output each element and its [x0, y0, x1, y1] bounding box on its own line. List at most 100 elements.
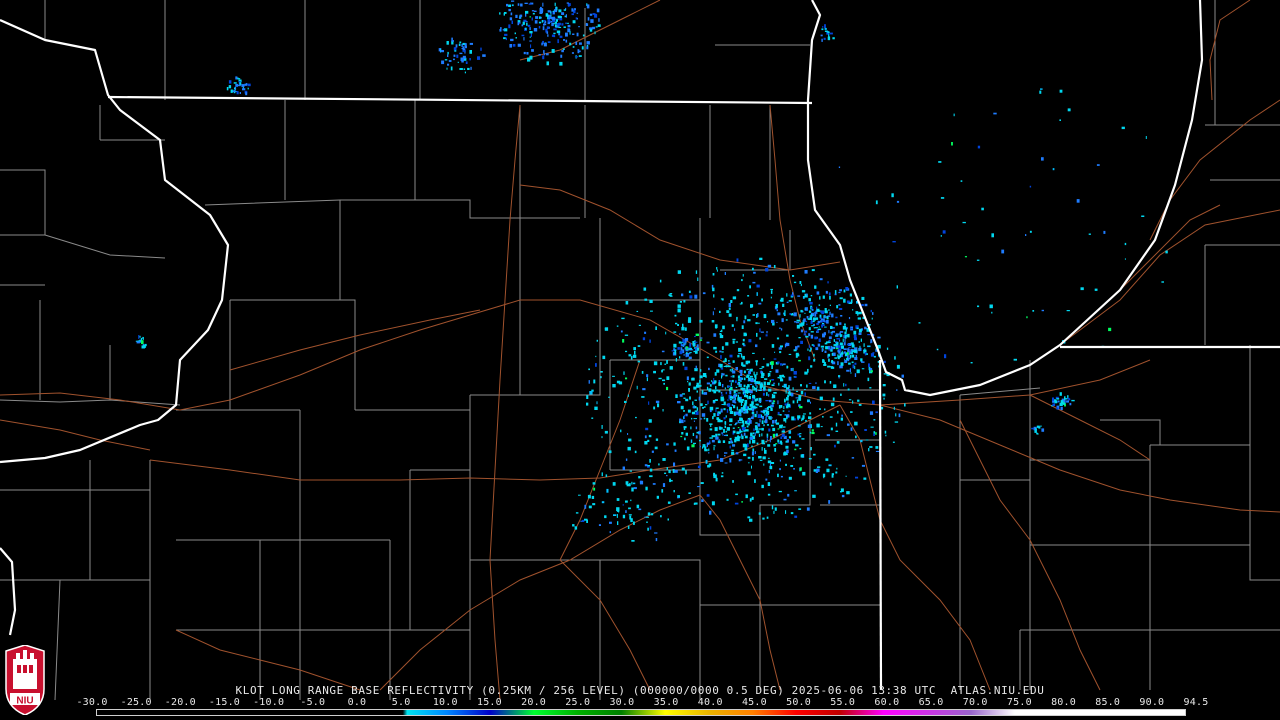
radar-echo — [761, 420, 764, 424]
radar-echo — [799, 435, 802, 438]
radar-echo — [719, 420, 723, 423]
radar-echo — [765, 416, 767, 421]
radar-echo — [781, 433, 785, 437]
radar-echo — [677, 304, 681, 308]
radar-echo — [697, 277, 699, 281]
radar-echo — [680, 405, 684, 410]
radar-echo — [649, 475, 653, 478]
radar-echo — [746, 388, 748, 392]
radar-echo — [854, 365, 856, 370]
radar-echo — [839, 322, 842, 325]
radar-echo — [848, 347, 851, 348]
radar-echo — [828, 358, 830, 362]
radar-echo — [830, 345, 833, 350]
radar-echo — [754, 413, 757, 418]
radar-echo — [770, 417, 773, 419]
radar-echo — [695, 347, 697, 351]
radar-echo — [734, 439, 737, 443]
radar-echo — [691, 417, 693, 420]
radar-echo — [835, 322, 838, 326]
radar-echo — [715, 407, 719, 409]
radar-echo — [647, 465, 650, 467]
county-borders — [0, 0, 1280, 701]
radar-echo — [674, 469, 678, 473]
radar-echo — [142, 337, 144, 340]
radar-echo — [764, 449, 767, 454]
radar-echo — [684, 437, 686, 441]
radar-echo — [777, 400, 779, 405]
radar-echo — [695, 333, 699, 336]
radar-echo — [803, 413, 806, 415]
radar-echo — [726, 310, 730, 313]
state-border-line — [878, 359, 883, 691]
radar-echo — [792, 387, 794, 391]
radar-echo — [713, 472, 716, 477]
radar-echo — [721, 472, 724, 474]
colorbar-tick-label: -15.0 — [208, 697, 241, 708]
radar-echo — [818, 304, 821, 306]
radar-echo — [970, 362, 973, 364]
radar-echo — [699, 339, 703, 341]
radar-echo — [739, 369, 743, 373]
radar-echo — [675, 358, 677, 362]
radar-echo — [732, 370, 736, 374]
radar-echo — [663, 382, 665, 385]
radar-echo — [773, 358, 777, 360]
county-border-line — [0, 169, 46, 236]
radar-echo — [745, 494, 748, 499]
radar-echo — [586, 395, 589, 399]
radar-echo — [625, 458, 628, 461]
radar-echo — [783, 418, 786, 422]
radar-echo — [861, 296, 865, 300]
radar-echo — [141, 340, 144, 345]
radar-echo — [1094, 288, 1098, 291]
radar-echo — [649, 526, 652, 530]
radar-echo — [592, 503, 596, 506]
radar-echo — [801, 438, 805, 440]
radar-echo — [517, 3, 520, 6]
radar-echo — [767, 413, 769, 416]
radar-echo — [595, 355, 597, 358]
radar-echo — [688, 382, 691, 386]
radar-echo — [706, 418, 709, 422]
radar-echo — [630, 356, 633, 360]
radar-echo — [751, 451, 754, 456]
radar-echo — [679, 333, 681, 335]
radar-echo — [586, 46, 589, 50]
radar-echo — [750, 394, 751, 395]
radar-echo — [605, 474, 608, 477]
radar-echo — [737, 383, 740, 385]
radar-echo — [807, 348, 809, 351]
radar-echo — [572, 524, 575, 527]
radar-echo — [731, 404, 734, 406]
radar-echo — [808, 298, 811, 302]
radar-echo — [702, 407, 704, 409]
radar-echo — [548, 21, 551, 23]
radar-echo — [600, 371, 603, 373]
radar-echo — [799, 447, 802, 450]
radar-echo — [650, 310, 653, 312]
radar-echo — [757, 322, 760, 324]
radar-echo — [514, 32, 516, 35]
radar-echo — [686, 446, 690, 451]
radar-echo — [836, 338, 840, 340]
county-border-line — [204, 199, 580, 219]
radar-echo — [547, 34, 549, 37]
radar-echo — [814, 313, 817, 317]
radar-echo — [793, 281, 797, 284]
radar-echo — [234, 87, 236, 89]
radar-echo — [601, 425, 603, 429]
radar-echo — [847, 348, 849, 353]
radar-echo — [761, 443, 766, 445]
radar-echo — [620, 330, 623, 333]
radar-echo — [529, 16, 531, 18]
radar-echo — [792, 275, 795, 277]
radar-echo — [883, 360, 886, 363]
radar-echo — [711, 320, 715, 323]
radar-echo — [779, 459, 781, 462]
radar-echo — [824, 316, 827, 319]
radar-echo — [461, 43, 463, 47]
radar-echo — [709, 428, 713, 431]
radar-echo — [629, 470, 632, 472]
radar-echo — [631, 540, 635, 542]
